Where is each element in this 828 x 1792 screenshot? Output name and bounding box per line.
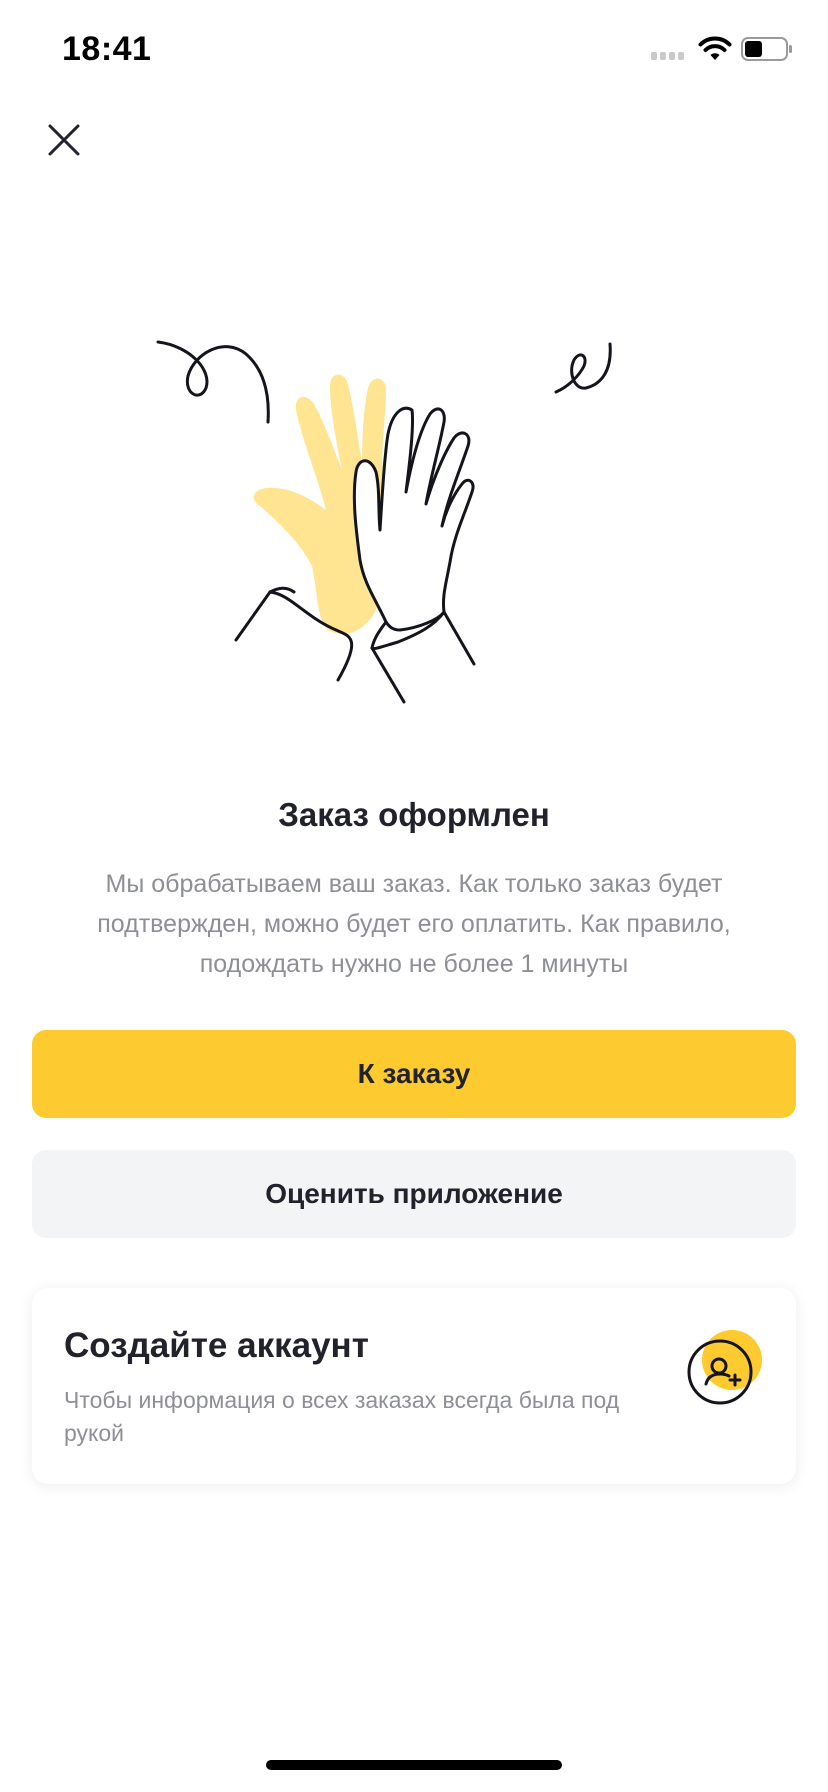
add-user-icon: [687, 1330, 762, 1405]
battery-icon: [741, 37, 792, 61]
page-title: Заказ оформлен: [278, 796, 550, 833]
close-button[interactable]: [40, 116, 88, 164]
status-time: 18:41: [62, 30, 152, 68]
status-bar: 18:41: [0, 0, 828, 96]
create-account-subtitle: Чтобы информация о всех заказах всегда б…: [64, 1387, 620, 1446]
to-order-button-label: К заказу: [357, 1058, 471, 1089]
create-account-card[interactable]: Создайте аккаунт Чтобы информация о всех…: [32, 1288, 796, 1484]
high-five-illustration: [156, 340, 612, 704]
rate-app-button-label: Оценить приложение: [265, 1178, 563, 1209]
create-account-title: Создайте аккаунт: [64, 1326, 369, 1365]
close-icon: [48, 124, 80, 156]
rate-app-button[interactable]: Оценить приложение: [32, 1150, 796, 1238]
wifi-icon: [698, 36, 732, 60]
signal-icon: [651, 52, 684, 60]
home-indicator: [266, 1760, 562, 1770]
order-description: Мы обрабатываем ваш заказ. Как только за…: [97, 870, 731, 978]
order-success-screen: 18:41 Заказ оформлен Мы обрабатываем ваш…: [0, 0, 828, 1792]
to-order-button[interactable]: К заказу: [32, 1030, 796, 1118]
